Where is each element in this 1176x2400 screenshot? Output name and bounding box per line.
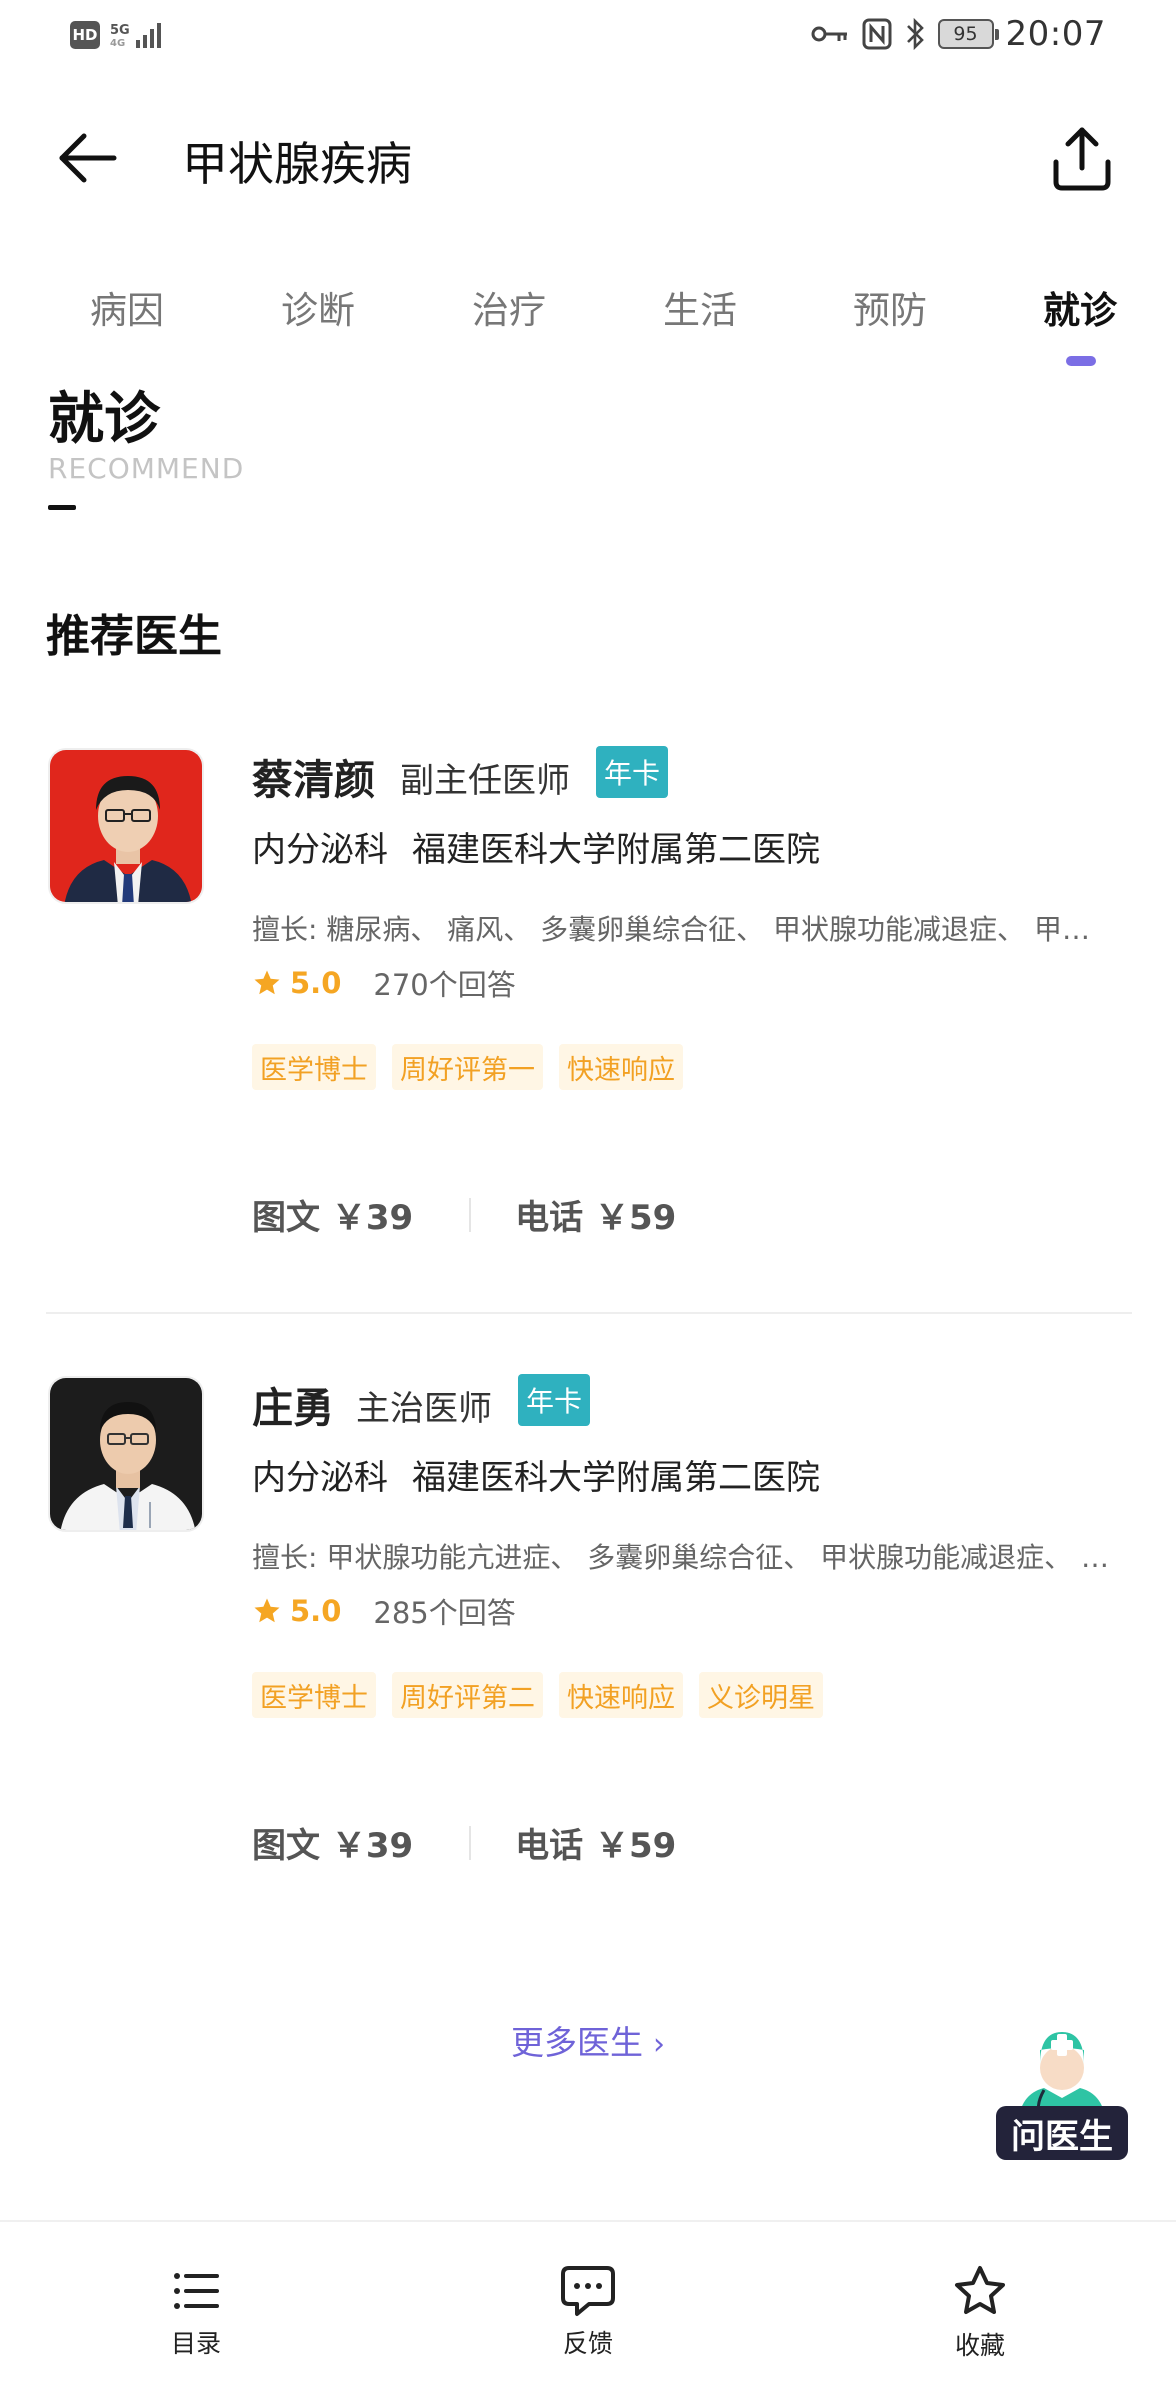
nfc-icon bbox=[862, 18, 892, 50]
chevron-right-icon: › bbox=[653, 2027, 665, 2062]
tab-bar: 病因 诊断 治疗 生活 预防 就诊 bbox=[0, 270, 1176, 370]
chat-bubble-icon bbox=[561, 2266, 615, 2316]
phone-consult-price[interactable]: 电话 ￥59 bbox=[515, 1818, 676, 1867]
doctor-rating: 5.0 285个回答 bbox=[252, 1590, 516, 1632]
doctor-tag: 医学博士 bbox=[252, 1672, 376, 1718]
price-row: 图文 ￥39 电话 ￥59 bbox=[252, 1190, 676, 1239]
tab-diagnosis[interactable]: 诊断 bbox=[281, 280, 355, 334]
page-title: 甲状腺疾病 bbox=[182, 137, 412, 191]
tab-lifestyle[interactable]: 生活 bbox=[663, 280, 737, 334]
status-right: 95 20:07 bbox=[810, 14, 1106, 54]
list-icon bbox=[174, 2273, 219, 2309]
doctor-rating: 5.0 270个回答 bbox=[252, 962, 516, 1004]
doctor-hospital: 福建医科大学附属第二医院 bbox=[412, 830, 820, 870]
tab-prevention[interactable]: 预防 bbox=[853, 280, 927, 334]
arrow-left-icon bbox=[59, 133, 117, 183]
hd-badge: HD bbox=[70, 21, 100, 49]
share-button[interactable] bbox=[1040, 116, 1124, 200]
annual-card-badge: 年卡 bbox=[596, 746, 669, 798]
doctor-title: 主治医师 bbox=[356, 1389, 492, 1429]
doctor-card[interactable]: 蔡清颜 副主任医师 年卡 内分泌科 福建医科大学附属第二医院 擅长: 糖尿病、 … bbox=[0, 746, 1176, 1348]
nav-label: 反馈 bbox=[562, 2329, 613, 2358]
text-consult-price[interactable]: 图文 ￥39 bbox=[252, 1190, 413, 1239]
doctor-tag: 快速响应 bbox=[559, 1044, 683, 1090]
section-title: 就诊 bbox=[48, 387, 160, 452]
nav-favorite[interactable]: 收藏 bbox=[910, 2264, 1050, 2362]
section-underline bbox=[48, 505, 76, 510]
nav-feedback[interactable]: 反馈 bbox=[518, 2264, 658, 2360]
price-separator bbox=[469, 1197, 472, 1232]
tab-cause[interactable]: 病因 bbox=[90, 280, 164, 334]
doctor-card[interactable]: 庄勇 主治医师 年卡 内分泌科 福建医科大学附属第二医院 擅长: 甲状腺功能亢进… bbox=[0, 1374, 1176, 1976]
status-bar: HD 5G 4G 95 20:07 bbox=[0, 0, 1176, 72]
network-4g-label: 4G bbox=[110, 38, 126, 49]
doctor-department: 内分泌科 bbox=[252, 830, 388, 870]
nav-catalog[interactable]: 目录 bbox=[126, 2264, 266, 2360]
nav-label: 目录 bbox=[170, 2329, 221, 2358]
doctor-name: 庄勇 bbox=[252, 1384, 334, 1432]
more-doctors-label: 更多医生 bbox=[511, 2023, 643, 2062]
clock: 20:07 bbox=[1005, 14, 1106, 54]
answer-count: 270个回答 bbox=[373, 968, 516, 1002]
doctor-avatar bbox=[48, 1376, 204, 1532]
doctor-tag: 周好评第二 bbox=[392, 1672, 543, 1718]
doctor-tag: 周好评第一 bbox=[392, 1044, 543, 1090]
signal-icon bbox=[135, 23, 161, 48]
doctor-tag: 义诊明星 bbox=[699, 1672, 823, 1718]
doctor-photo bbox=[50, 1378, 202, 1530]
ask-doctor-button[interactable]: 问医生 bbox=[994, 2024, 1130, 2160]
doctor-department: 内分泌科 bbox=[252, 1458, 388, 1498]
doctor-avatar bbox=[48, 748, 204, 904]
bottom-nav: 目录 反馈 收藏 bbox=[0, 2220, 1176, 2400]
network-5g-label: 5G bbox=[110, 23, 130, 38]
doctor-hospital: 福建医科大学附属第二医院 bbox=[412, 1458, 820, 1498]
card-divider bbox=[46, 1312, 1132, 1314]
ask-doctor-label: 问医生 bbox=[996, 2106, 1128, 2160]
doctor-title: 副主任医师 bbox=[400, 761, 570, 801]
section-subtitle: RECOMMEND bbox=[48, 452, 245, 485]
network-indicator: 5G 4G bbox=[110, 20, 164, 50]
doctor-specialty: 擅长: 甲状腺功能亢进症、 多囊卵巢综合征、 甲状腺功能减退症、 糖尿病 bbox=[252, 1541, 1112, 1574]
doctor-tag: 快速响应 bbox=[559, 1672, 683, 1718]
text-consult-price[interactable]: 图文 ￥39 bbox=[252, 1818, 413, 1867]
battery-indicator: 95 bbox=[937, 19, 999, 49]
phone-consult-price[interactable]: 电话 ￥59 bbox=[515, 1190, 676, 1239]
back-button[interactable] bbox=[52, 122, 124, 194]
nav-label: 收藏 bbox=[954, 2331, 1005, 2360]
doctor-tags: 医学博士 周好评第二 快速响应 义诊明星 bbox=[252, 1672, 823, 1718]
key-icon bbox=[811, 26, 847, 42]
active-tab-indicator bbox=[1066, 356, 1096, 366]
app-header: 甲状腺疾病 bbox=[0, 100, 1176, 216]
annual-card-badge: 年卡 bbox=[518, 1374, 591, 1426]
doctor-tags: 医学博士 周好评第一 快速响应 bbox=[252, 1044, 683, 1090]
tab-treatment[interactable]: 治疗 bbox=[472, 280, 546, 334]
answer-count: 285个回答 bbox=[373, 1596, 516, 1630]
star-filled-icon bbox=[254, 970, 280, 995]
bluetooth-icon bbox=[906, 17, 924, 51]
doctor-photo bbox=[50, 750, 202, 902]
share-icon bbox=[1053, 127, 1111, 191]
price-row: 图文 ￥39 电话 ￥59 bbox=[252, 1818, 676, 1867]
rating-score: 5.0 bbox=[290, 1594, 342, 1628]
tab-visit[interactable]: 就诊 bbox=[1043, 280, 1117, 334]
price-separator bbox=[469, 1825, 472, 1860]
recommend-title: 推荐医生 bbox=[46, 611, 222, 662]
rating-score: 5.0 bbox=[290, 966, 342, 1000]
star-filled-icon bbox=[254, 1598, 280, 1623]
doctor-name: 蔡清颜 bbox=[252, 756, 375, 804]
star-outline-icon bbox=[955, 2266, 1005, 2314]
doctor-tag: 医学博士 bbox=[252, 1044, 376, 1090]
status-left: HD 5G 4G bbox=[70, 20, 164, 50]
doctor-specialty: 擅长: 糖尿病、 痛风、 多囊卵巢综合征、 甲状腺功能减退症、 甲状腺功能亢进症 bbox=[252, 913, 1112, 946]
